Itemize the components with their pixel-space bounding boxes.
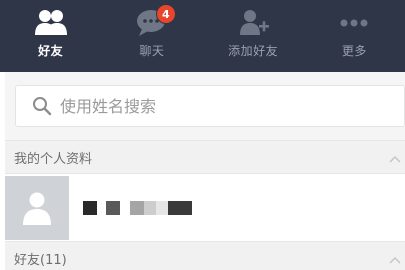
friends-icon xyxy=(33,8,69,38)
chevron-up-icon xyxy=(389,151,401,163)
chevron-up-icon xyxy=(389,252,401,264)
add-friend-icon xyxy=(235,8,271,38)
my-profile-row[interactable] xyxy=(5,175,405,241)
more-icon xyxy=(336,8,372,38)
tab-chat[interactable]: 4 聊天 xyxy=(101,0,202,72)
avatar xyxy=(5,176,69,240)
tab-more[interactable]: 更多 xyxy=(304,0,405,72)
chat-icon: 4 xyxy=(134,4,176,38)
search-box[interactable] xyxy=(15,85,405,127)
tab-label: 更多 xyxy=(341,44,367,58)
section-title: 我的个人资料 xyxy=(14,151,93,167)
unread-badge: 4 xyxy=(155,4,176,24)
tab-label: 好友 xyxy=(38,44,64,58)
top-tab-bar: 好友 4 聊天 添加好友 更多 xyxy=(0,0,405,72)
section-title: 好友(11) xyxy=(14,252,67,268)
search-input[interactable] xyxy=(60,96,360,116)
redacted-name xyxy=(83,201,192,215)
profile-section-header[interactable]: 我的个人资料 xyxy=(5,140,405,174)
search-icon xyxy=(32,96,52,116)
tab-label: 聊天 xyxy=(139,44,165,58)
search-area xyxy=(5,72,405,140)
tab-friends[interactable]: 好友 xyxy=(0,0,101,72)
person-silhouette-icon xyxy=(23,192,51,225)
tab-label: 添加好友 xyxy=(228,44,279,58)
friends-section-header[interactable]: 好友(11) xyxy=(5,241,405,270)
tab-add-friend[interactable]: 添加好友 xyxy=(203,0,304,72)
